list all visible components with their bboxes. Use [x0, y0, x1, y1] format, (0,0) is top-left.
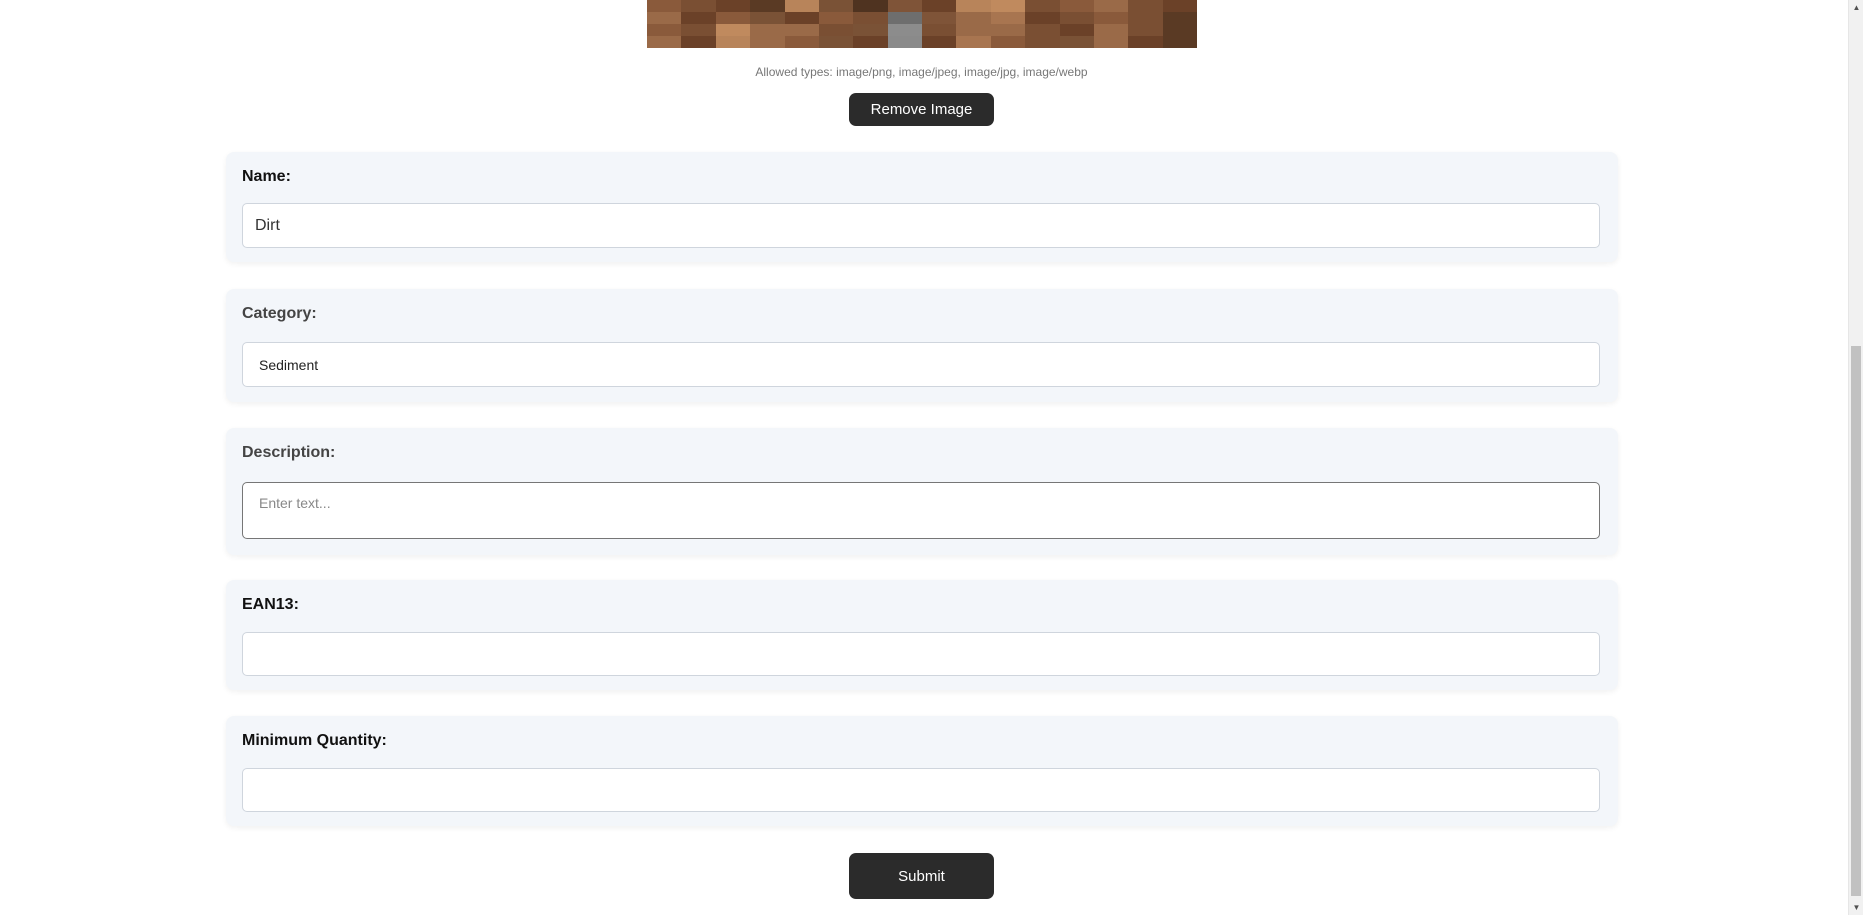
preview-pixel	[681, 24, 716, 36]
preview-pixel	[818, 24, 854, 36]
preview-pixel	[887, 24, 922, 36]
preview-pixel	[990, 12, 1026, 24]
preview-pixel	[647, 36, 682, 48]
preview-pixel	[1093, 24, 1129, 36]
preview-pixel	[647, 12, 682, 24]
preview-pixel	[715, 24, 751, 36]
description-textarea[interactable]	[242, 482, 1600, 539]
preview-pixel	[887, 12, 922, 24]
name-input[interactable]	[242, 203, 1600, 248]
preview-pixel	[715, 36, 751, 48]
preview-pixel	[956, 12, 991, 24]
preview-pixel	[1162, 0, 1197, 12]
preview-pixel	[1025, 24, 1060, 36]
preview-pixel	[1025, 12, 1060, 24]
preview-pixel	[887, 0, 922, 12]
preview-pixel	[990, 0, 1026, 12]
category-field-card: Category:	[226, 289, 1618, 402]
preview-pixel	[1059, 36, 1094, 48]
preview-pixel	[1128, 36, 1163, 48]
preview-pixel	[1025, 36, 1060, 48]
preview-pixel	[956, 24, 991, 36]
preview-pixel	[818, 12, 854, 24]
preview-pixel	[1025, 0, 1060, 12]
preview-pixel	[784, 24, 819, 36]
preview-pixel	[1162, 36, 1197, 48]
name-field-card: Name:	[226, 152, 1618, 262]
preview-pixel	[818, 0, 854, 12]
preview-pixel	[681, 12, 716, 24]
ean13-label: EAN13:	[242, 596, 299, 613]
ean13-input[interactable]	[242, 632, 1600, 676]
preview-pixel	[784, 36, 819, 48]
preview-pixel	[1059, 0, 1094, 12]
preview-pixel	[990, 36, 1026, 48]
preview-pixel	[1059, 12, 1094, 24]
preview-pixel	[1162, 12, 1197, 24]
remove-image-button[interactable]: Remove Image	[849, 93, 994, 126]
name-label: Name:	[242, 168, 291, 185]
preview-pixel	[784, 0, 819, 12]
preview-pixel	[750, 12, 785, 24]
minimum-quantity-input[interactable]	[242, 768, 1600, 812]
submit-button[interactable]: Submit	[849, 853, 994, 899]
category-label: Category:	[242, 305, 317, 322]
description-label: Description:	[242, 444, 336, 461]
page-viewport: Allowed types: image/png, image/jpeg, im…	[0, 0, 1863, 915]
preview-pixel	[681, 36, 716, 48]
vertical-scrollbar[interactable]: ▲ ▼	[1848, 0, 1863, 915]
preview-pixel	[715, 12, 751, 24]
preview-pixel	[853, 0, 888, 12]
preview-pixel	[990, 24, 1026, 36]
preview-pixel	[922, 24, 957, 36]
preview-pixel	[1162, 24, 1197, 36]
preview-pixel	[750, 36, 785, 48]
product-form: Allowed types: image/png, image/jpeg, im…	[0, 0, 1848, 915]
preview-pixel	[715, 0, 751, 12]
scroll-up-arrow-icon[interactable]: ▲	[1849, 0, 1863, 15]
preview-pixel	[1093, 36, 1129, 48]
preview-pixel	[647, 0, 682, 12]
preview-pixel	[853, 36, 888, 48]
preview-pixel	[1093, 12, 1129, 24]
preview-pixel	[853, 12, 888, 24]
preview-pixel	[887, 36, 922, 48]
description-field-card: Description:	[226, 428, 1618, 555]
preview-pixel	[922, 12, 957, 24]
preview-pixel	[818, 36, 854, 48]
preview-pixel	[750, 0, 785, 12]
preview-pixel	[1128, 0, 1163, 12]
allowed-types-hint: Allowed types: image/png, image/jpeg, im…	[755, 65, 1088, 79]
preview-pixel	[853, 24, 888, 36]
preview-pixel	[647, 24, 682, 36]
preview-pixel	[1093, 0, 1129, 12]
preview-pixel	[681, 0, 716, 12]
preview-pixel	[922, 36, 957, 48]
scroll-down-arrow-icon[interactable]: ▼	[1849, 900, 1863, 915]
scrollbar-thumb[interactable]	[1851, 346, 1861, 896]
minimum-quantity-field-card: Minimum Quantity:	[226, 716, 1618, 826]
preview-pixel	[956, 0, 991, 12]
preview-pixel	[1128, 12, 1163, 24]
preview-pixel	[750, 24, 785, 36]
minimum-quantity-label: Minimum Quantity:	[242, 732, 387, 749]
preview-pixel	[956, 36, 991, 48]
preview-pixel	[784, 12, 819, 24]
preview-pixel	[1128, 24, 1163, 36]
ean13-field-card: EAN13:	[226, 580, 1618, 690]
image-preview	[647, 0, 1197, 48]
category-input[interactable]	[242, 342, 1600, 387]
preview-pixel	[1059, 24, 1094, 36]
preview-pixel	[922, 0, 957, 12]
